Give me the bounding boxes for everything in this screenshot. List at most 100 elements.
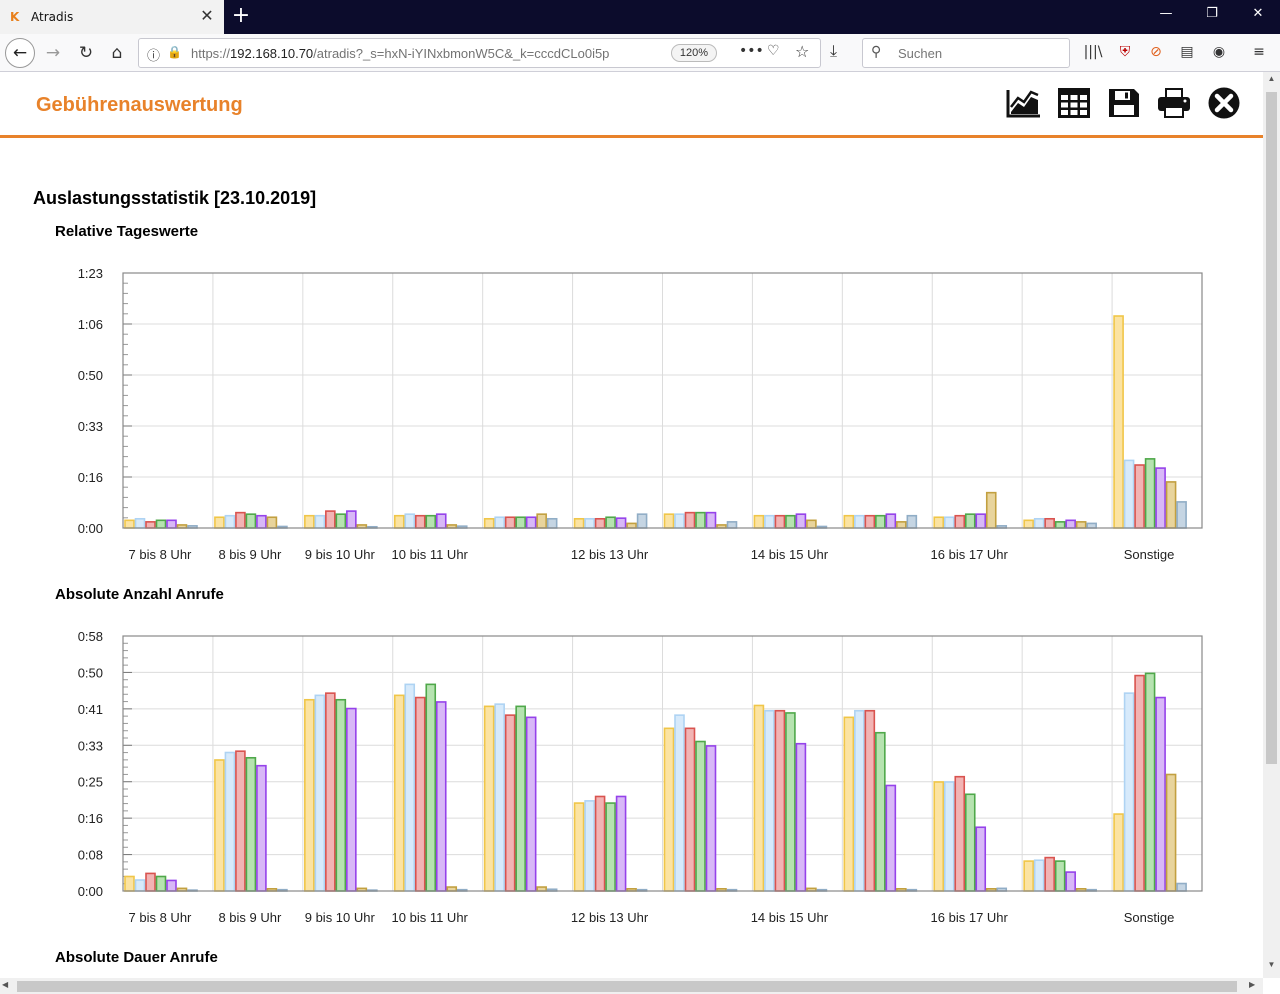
scroll-up-arrow-icon[interactable]: ▲ (1263, 74, 1280, 88)
forward-button[interactable]: → (40, 40, 66, 66)
bar[interactable] (584, 517, 595, 529)
bar[interactable] (325, 692, 336, 892)
insecure-lock-icon[interactable]: 🔒 (167, 45, 182, 59)
bar[interactable] (214, 759, 225, 892)
bar[interactable] (166, 879, 177, 892)
bookmark-star-icon[interactable]: ☆ (795, 42, 809, 61)
bar[interactable] (256, 764, 267, 892)
bar[interactable] (1023, 519, 1034, 529)
back-button[interactable]: ← (5, 38, 35, 68)
bar[interactable] (134, 517, 146, 529)
bar[interactable] (943, 781, 955, 892)
bar[interactable] (605, 516, 616, 529)
bar[interactable] (774, 514, 786, 529)
bar[interactable] (674, 513, 685, 529)
bar[interactable] (594, 517, 606, 529)
bar[interactable] (695, 740, 706, 892)
bar[interactable] (854, 709, 865, 892)
bar[interactable] (393, 514, 405, 529)
bar[interactable] (753, 514, 765, 529)
bar[interactable] (425, 514, 437, 529)
bar[interactable] (494, 703, 505, 892)
bar[interactable] (764, 709, 775, 892)
bar[interactable] (954, 775, 966, 892)
bar[interactable] (584, 800, 595, 892)
bar[interactable] (224, 514, 236, 529)
bar[interactable] (1155, 467, 1166, 529)
bar[interactable] (504, 714, 516, 892)
close-icon[interactable] (1206, 86, 1242, 120)
bar[interactable] (536, 513, 547, 529)
bar[interactable] (1033, 859, 1045, 892)
bar[interactable] (943, 516, 955, 529)
bar[interactable] (256, 514, 267, 529)
horizontal-scroll-thumb[interactable] (17, 981, 1237, 992)
bar[interactable] (615, 795, 627, 892)
pocket-icon[interactable]: ♡ (767, 43, 780, 59)
search-bar[interactable]: ⚲ Suchen (862, 38, 1070, 68)
bar[interactable] (1054, 860, 1066, 892)
bar[interactable] (435, 513, 447, 529)
bar[interactable] (504, 516, 516, 529)
info-icon[interactable]: ⓘ (147, 45, 160, 64)
bar[interactable] (1054, 521, 1066, 529)
url-text[interactable]: https://192.168.10.70/atradis?_s=hxN-iYI… (191, 46, 661, 61)
bar[interactable] (245, 756, 257, 892)
bar[interactable] (663, 727, 675, 892)
bar[interactable] (964, 793, 976, 892)
bar[interactable] (774, 709, 786, 892)
window-close-button[interactable]: ✕ (1244, 6, 1272, 26)
bar[interactable] (885, 784, 897, 892)
bar[interactable] (546, 517, 558, 529)
bar[interactable] (525, 516, 537, 529)
bar[interactable] (1144, 672, 1156, 892)
scroll-right-arrow-icon[interactable]: ▶ (1249, 980, 1255, 989)
bar[interactable] (1123, 692, 1135, 892)
bar[interactable] (806, 519, 817, 529)
bar[interactable] (435, 701, 447, 892)
browser-tab[interactable]: K Atradis ✕ (0, 0, 224, 34)
bar[interactable] (124, 875, 135, 892)
bar[interactable] (1033, 517, 1045, 529)
bar[interactable] (1165, 773, 1177, 892)
bar[interactable] (605, 802, 616, 892)
bar[interactable] (314, 514, 326, 529)
minimize-button[interactable]: — (1152, 6, 1180, 26)
bar[interactable] (896, 521, 907, 529)
bar[interactable] (573, 802, 585, 892)
bar[interactable] (594, 795, 606, 892)
bar[interactable] (1123, 459, 1135, 529)
download-icon[interactable]: ⤓ (830, 41, 837, 61)
bar[interactable] (1134, 464, 1145, 529)
bar[interactable] (573, 517, 585, 529)
bar[interactable] (795, 513, 807, 529)
bar[interactable] (843, 716, 855, 892)
menu-icon[interactable]: ≡ (1248, 44, 1270, 60)
bar[interactable] (684, 727, 696, 892)
bar[interactable] (764, 514, 775, 529)
bar[interactable] (705, 745, 717, 892)
scroll-down-arrow-icon[interactable]: ▼ (1263, 960, 1280, 974)
bar[interactable] (1023, 860, 1034, 892)
bar[interactable] (525, 716, 537, 892)
bar[interactable] (335, 513, 347, 529)
home-button[interactable]: ⌂ (104, 40, 130, 66)
bar[interactable] (224, 751, 236, 892)
bar[interactable] (985, 491, 997, 529)
bar[interactable] (843, 514, 855, 529)
bar[interactable] (1086, 522, 1097, 529)
bar[interactable] (864, 514, 876, 529)
bar[interactable] (393, 694, 405, 892)
bar[interactable] (325, 510, 336, 529)
bar[interactable] (515, 705, 526, 892)
bar[interactable] (145, 521, 156, 529)
bar[interactable] (1155, 696, 1166, 892)
bar[interactable] (1065, 519, 1076, 529)
bar[interactable] (124, 519, 135, 529)
bar[interactable] (155, 519, 167, 529)
bar[interactable] (1176, 882, 1187, 892)
bar[interactable] (404, 513, 416, 529)
new-tab-button[interactable]: + (230, 3, 252, 29)
bar[interactable] (864, 709, 876, 892)
bar[interactable] (636, 513, 648, 529)
